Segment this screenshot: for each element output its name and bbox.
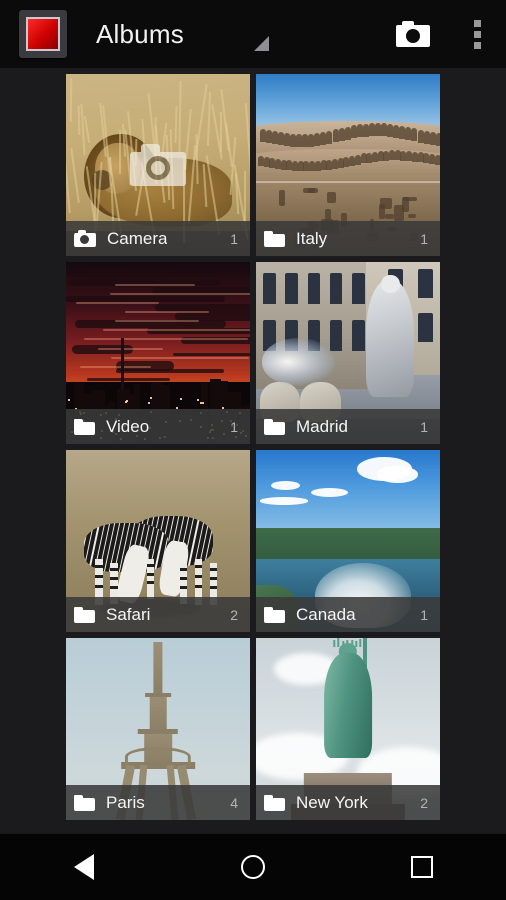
folder-icon [74, 419, 95, 435]
nav-back-button[interactable] [39, 834, 129, 900]
gallery-app-screen: Albums Camera 1 Italy 1 Video 1 Madrid 1 Safari 2… [0, 0, 506, 900]
home-circle-icon [241, 855, 265, 879]
overflow-menu-button[interactable] [448, 0, 506, 68]
album-item-count: 1 [420, 607, 430, 623]
camera-icon [396, 21, 430, 47]
album-label-bar: New York 2 [256, 785, 440, 820]
album-name: Italy [296, 229, 327, 249]
album-item-count: 2 [420, 795, 430, 811]
album-label-bar: Madrid 1 [256, 409, 440, 444]
album-label-bar: Paris 4 [66, 785, 250, 820]
album-tile[interactable]: Safari 2 [66, 450, 250, 632]
folder-icon [264, 419, 285, 435]
album-tile[interactable]: Camera 1 [66, 74, 250, 256]
album-name: Safari [106, 605, 150, 625]
folder-icon [264, 231, 285, 247]
album-name: Madrid [296, 417, 348, 437]
nav-recents-button[interactable] [377, 834, 467, 900]
album-label-bar: Video 1 [66, 409, 250, 444]
album-item-count: 2 [230, 607, 240, 623]
recents-square-icon [411, 856, 433, 878]
folder-icon [264, 607, 285, 623]
album-label-bar: Camera 1 [66, 221, 250, 256]
folder-icon [74, 607, 95, 623]
album-name: New York [296, 793, 368, 813]
album-name: Canada [296, 605, 356, 625]
album-tile[interactable]: New York 2 [256, 638, 440, 820]
overflow-menu-icon [474, 20, 481, 49]
page-title: Albums [96, 19, 184, 50]
album-label-bar: Canada 1 [256, 597, 440, 632]
album-tile[interactable]: Madrid 1 [256, 262, 440, 444]
action-bar: Albums [0, 0, 506, 68]
folder-icon [264, 795, 285, 811]
album-name: Paris [106, 793, 145, 813]
album-tile[interactable]: Paris 4 [66, 638, 250, 820]
album-item-count: 1 [230, 419, 240, 435]
camera-button[interactable] [384, 0, 442, 68]
album-item-count: 1 [230, 231, 240, 247]
album-grid: Camera 1 Italy 1 Video 1 Madrid 1 Safari 2 Canada 1… [66, 74, 440, 820]
camera-icon [74, 230, 96, 247]
camera-overlay-icon [130, 144, 186, 186]
app-icon-button[interactable] [12, 8, 74, 60]
album-item-count: 4 [230, 795, 240, 811]
nav-home-button[interactable] [208, 834, 298, 900]
album-label-bar: Italy 1 [256, 221, 440, 256]
album-item-count: 1 [420, 419, 430, 435]
album-item-count: 1 [420, 231, 430, 247]
dropdown-triangle-icon[interactable] [254, 36, 269, 51]
album-name: Camera [107, 229, 167, 249]
folder-icon [74, 795, 95, 811]
gallery-app-icon [19, 10, 67, 58]
album-tile[interactable]: Canada 1 [256, 450, 440, 632]
android-navigation-bar [0, 834, 506, 900]
gallery-app-icon-inner [26, 17, 60, 51]
album-name: Video [106, 417, 149, 437]
album-tile[interactable]: Video 1 [66, 262, 250, 444]
album-tile[interactable]: Italy 1 [256, 74, 440, 256]
album-label-bar: Safari 2 [66, 597, 250, 632]
back-triangle-icon [74, 854, 94, 880]
